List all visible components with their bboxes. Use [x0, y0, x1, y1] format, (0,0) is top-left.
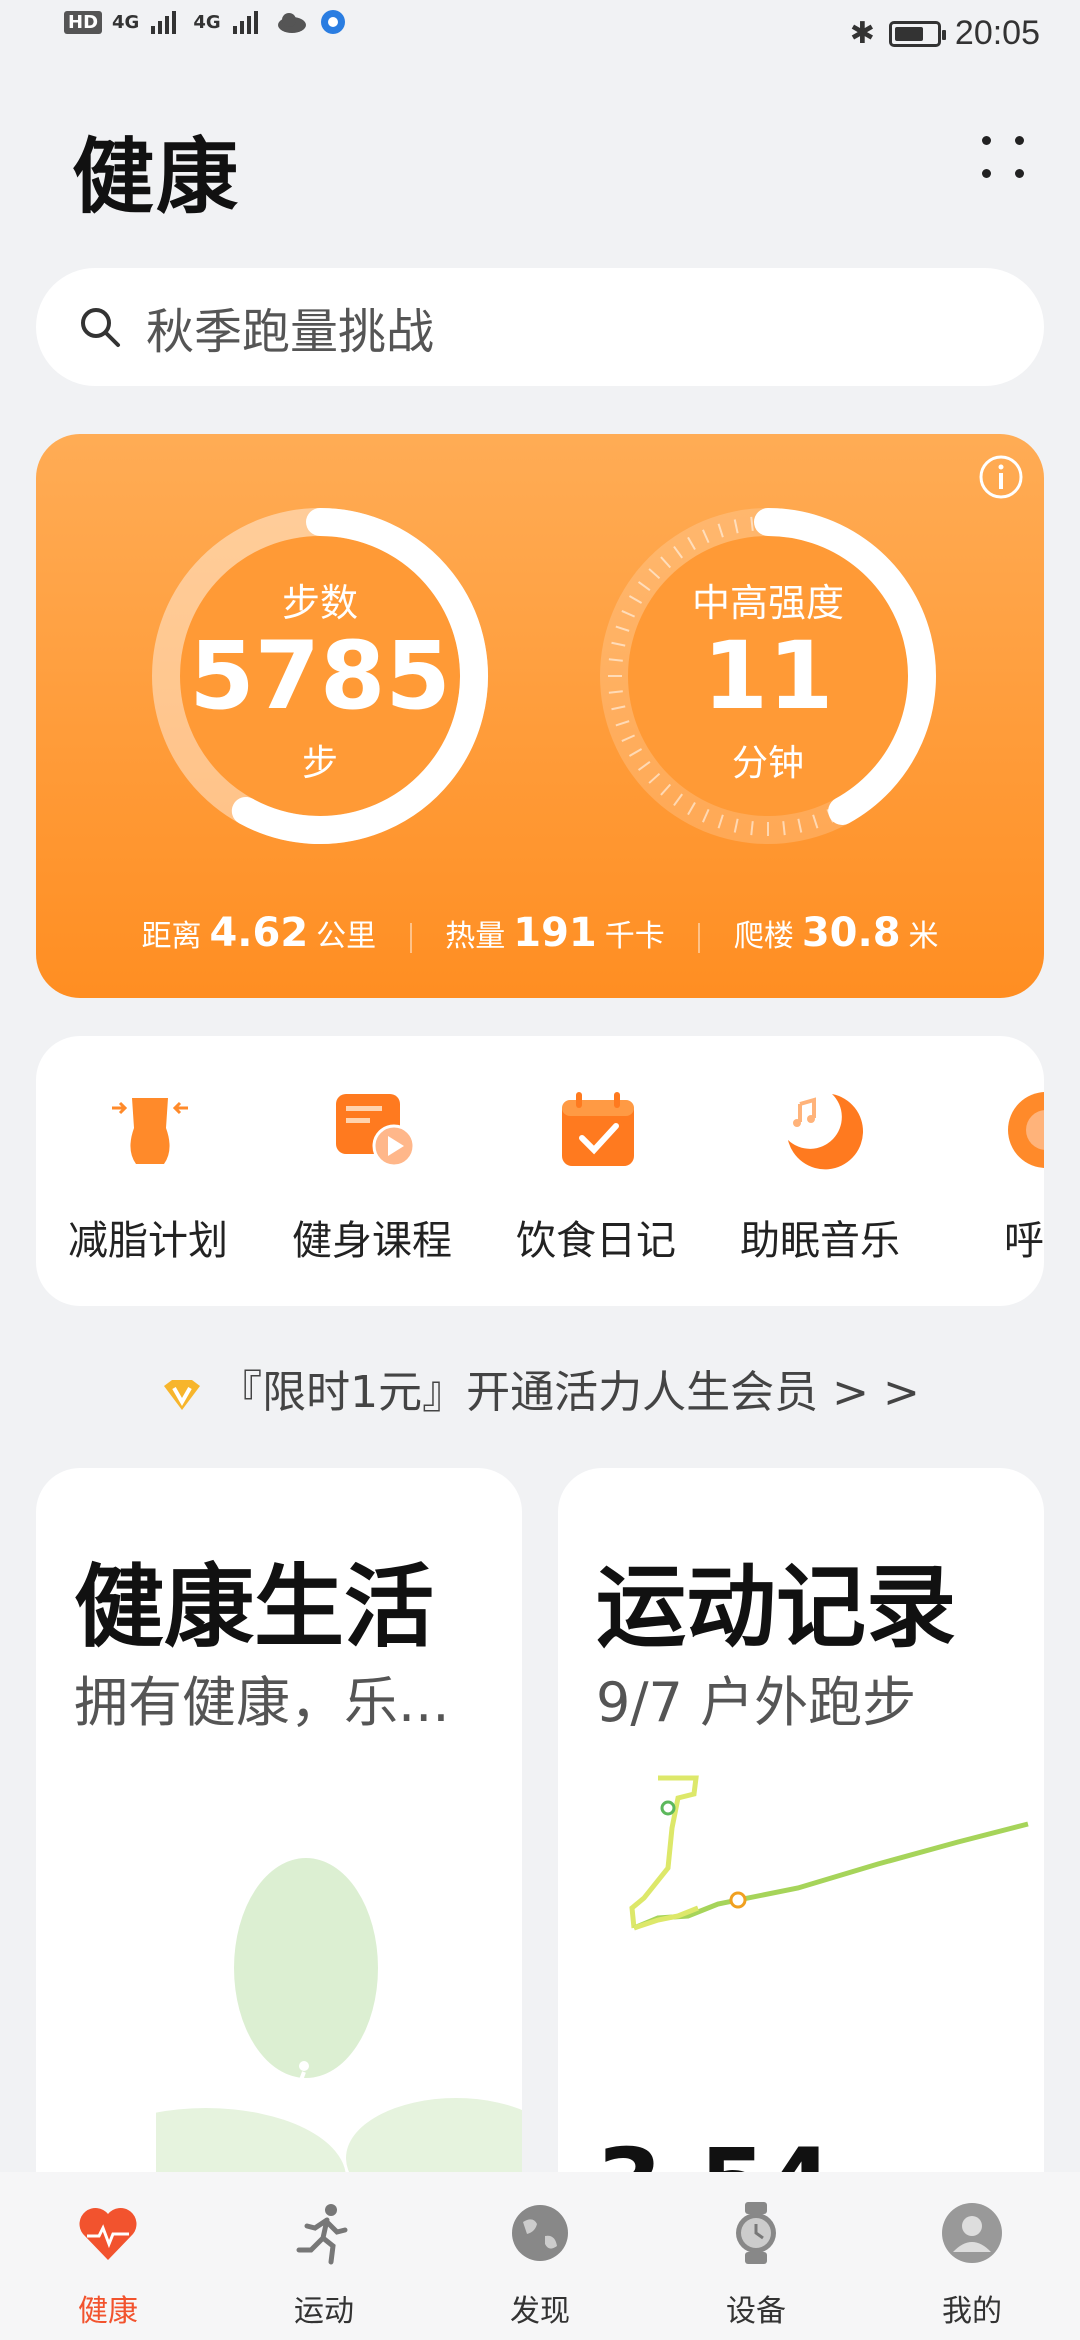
- exercise-record-card[interactable]: 运动记录 9/7 户外跑步 3.54: [558, 1468, 1044, 2228]
- avatar-icon: [942, 2203, 1002, 2263]
- nav-label: 我的: [942, 2294, 1002, 2329]
- running-icon: [296, 2204, 348, 2265]
- nav-health[interactable]: 健康: [8, 2200, 208, 2330]
- shortcut-breathing[interactable]: 呼吸: [934, 1036, 1044, 1306]
- shortcut-row: 减脂计划 健身课程 饮食日记 助眠音乐 呼: [36, 1036, 1044, 1306]
- divider: [698, 922, 701, 953]
- signal-icon: [232, 11, 258, 34]
- leaf-illustration: [156, 1858, 522, 2228]
- shortcut-label: 健身课程: [292, 1218, 452, 1264]
- steps-unit: 步: [301, 743, 338, 784]
- status-right: ✱ 20:05: [850, 14, 1040, 53]
- calories-unit: 千卡: [604, 919, 665, 954]
- course-play-icon: [336, 1094, 416, 1168]
- card-title: 运动记录: [596, 1555, 956, 1660]
- divider: [409, 922, 412, 953]
- shortcut-label: 饮食日记: [516, 1218, 676, 1264]
- page-title: 健康: [72, 130, 241, 225]
- more-menu-button[interactable]: [978, 132, 1028, 182]
- calories-label: 热量: [445, 919, 506, 954]
- bottom-nav: 健康 运动 发现 设备 我的: [0, 2172, 1080, 2340]
- vip-badge-icon: [164, 1380, 201, 1410]
- intensity-label: 中高强度: [691, 581, 844, 625]
- signal-icon: [151, 11, 177, 34]
- card-subtitle: 拥有健康，乐...: [74, 1671, 450, 1734]
- shortcut-label: 减脂计划: [68, 1218, 228, 1264]
- nav-exercise[interactable]: 运动: [224, 2200, 424, 2330]
- activity-stats: 距离 4.62 公里 热量 191 千卡 爬楼 30.8 米: [36, 910, 1044, 956]
- climb-unit: 米: [908, 919, 939, 954]
- climb-value: 30.8: [801, 910, 901, 956]
- nav-discover[interactable]: 发现: [440, 2200, 640, 2330]
- nav-devices[interactable]: 设备: [656, 2200, 856, 2330]
- distance-value: 4.62: [209, 910, 309, 956]
- waist-icon: [112, 1098, 188, 1164]
- shortcut-diet-diary[interactable]: 饮食日记: [486, 1036, 706, 1306]
- healthy-life-card[interactable]: 健康生活 拥有健康，乐...: [36, 1468, 522, 2228]
- nav-label: 发现: [510, 2294, 570, 2329]
- shortcut-label: 呼吸: [1004, 1218, 1044, 1264]
- search-icon: [81, 308, 120, 347]
- activity-card[interactable]: 步数 5785 步 中高强度 11 分钟 距离 4.62 公里 热量 191 千卡 爬楼…: [36, 434, 1044, 998]
- steps-label: 步数: [281, 581, 358, 625]
- bluetooth-icon: ✱: [849, 16, 875, 51]
- distance-label: 距离: [141, 919, 202, 954]
- network-4g-1: 4G: [112, 11, 140, 33]
- route-map: [629, 1775, 1029, 1931]
- clock: 20:05: [954, 14, 1040, 52]
- breathing-icon: [1008, 1092, 1044, 1168]
- hd-badge: HD: [64, 10, 103, 34]
- battery-icon: [888, 20, 946, 47]
- shortcut-sleep-music[interactable]: 助眠音乐: [710, 1036, 930, 1306]
- card-title: 健康生活: [74, 1555, 434, 1660]
- intensity-unit: 分钟: [731, 743, 804, 784]
- moon-music-icon: [788, 1094, 864, 1170]
- status-left: HD 4G 4G: [64, 8, 347, 36]
- search-bar[interactable]: 秋季跑量挑战: [36, 268, 1044, 386]
- distance-unit: 公里: [316, 919, 377, 954]
- nav-me[interactable]: 我的: [872, 2200, 1072, 2330]
- watch-icon: [736, 2202, 776, 2264]
- shortcut-fat-loss-plan[interactable]: 减脂计划: [38, 1036, 258, 1306]
- shortcut-fitness-course[interactable]: 健身课程: [262, 1036, 482, 1306]
- promo-text: 『限时1元』开通活力人生会员 > >: [218, 1367, 920, 1418]
- card-subtitle: 9/7 户外跑步: [596, 1671, 917, 1734]
- app-icon: [320, 10, 345, 34]
- vip-promo-banner[interactable]: 『限时1元』开通活力人生会员 > >: [0, 1356, 1080, 1426]
- nav-label: 健康: [78, 2294, 138, 2329]
- search-placeholder: 秋季跑量挑战: [146, 304, 435, 360]
- calories-value: 191: [513, 910, 597, 956]
- globe-icon: [512, 2205, 568, 2261]
- steps-value: 5785: [189, 622, 451, 731]
- nav-label: 设备: [726, 2294, 786, 2329]
- shortcut-label: 助眠音乐: [740, 1218, 900, 1264]
- info-icon[interactable]: [978, 454, 1024, 500]
- intensity-value: 11: [702, 622, 834, 731]
- nav-label: 运动: [294, 2294, 354, 2329]
- climb-label: 爬楼: [733, 919, 794, 954]
- calendar-check-icon: [562, 1092, 634, 1166]
- status-bar: HD 4G 4G ✱ 20:05: [0, 0, 1080, 80]
- cloud-icon: [277, 13, 306, 33]
- network-4g-2: 4G: [193, 11, 221, 33]
- heart-pulse-icon: [79, 2207, 137, 2260]
